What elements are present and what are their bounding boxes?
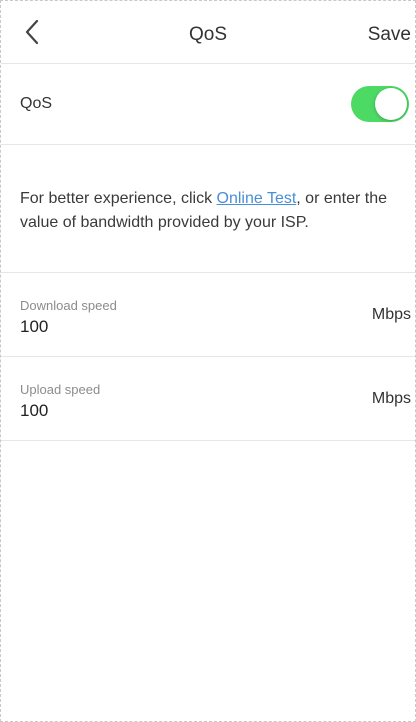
upload-speed-unit: Mbps <box>371 390 411 407</box>
page-title: QoS <box>188 24 228 45</box>
info-text: For better experience, click Online Test… <box>20 145 396 235</box>
info-section: For better experience, click Online Test… <box>1 145 415 273</box>
qos-toggle-row: QoS <box>1 64 415 145</box>
upload-speed-row: Upload speed Mbps <box>1 357 415 441</box>
download-speed-input[interactable] <box>20 317 300 337</box>
qos-screen: QoS Save QoS For better experience, clic… <box>0 0 416 722</box>
info-text-before: For better experience, click <box>20 190 217 207</box>
download-speed-unit: Mbps <box>371 306 411 323</box>
download-speed-label: Download speed <box>20 298 117 313</box>
qos-toggle-label: QoS <box>20 95 53 112</box>
download-speed-row: Download speed Mbps <box>1 273 415 357</box>
navigation-bar: QoS Save <box>1 1 415 64</box>
save-button[interactable]: Save <box>368 1 411 63</box>
qos-toggle-switch[interactable] <box>351 86 409 122</box>
upload-speed-label: Upload speed <box>20 382 101 397</box>
online-test-link[interactable]: Online Test <box>217 190 297 207</box>
upload-speed-input[interactable] <box>20 401 300 421</box>
toggle-knob <box>375 88 407 120</box>
